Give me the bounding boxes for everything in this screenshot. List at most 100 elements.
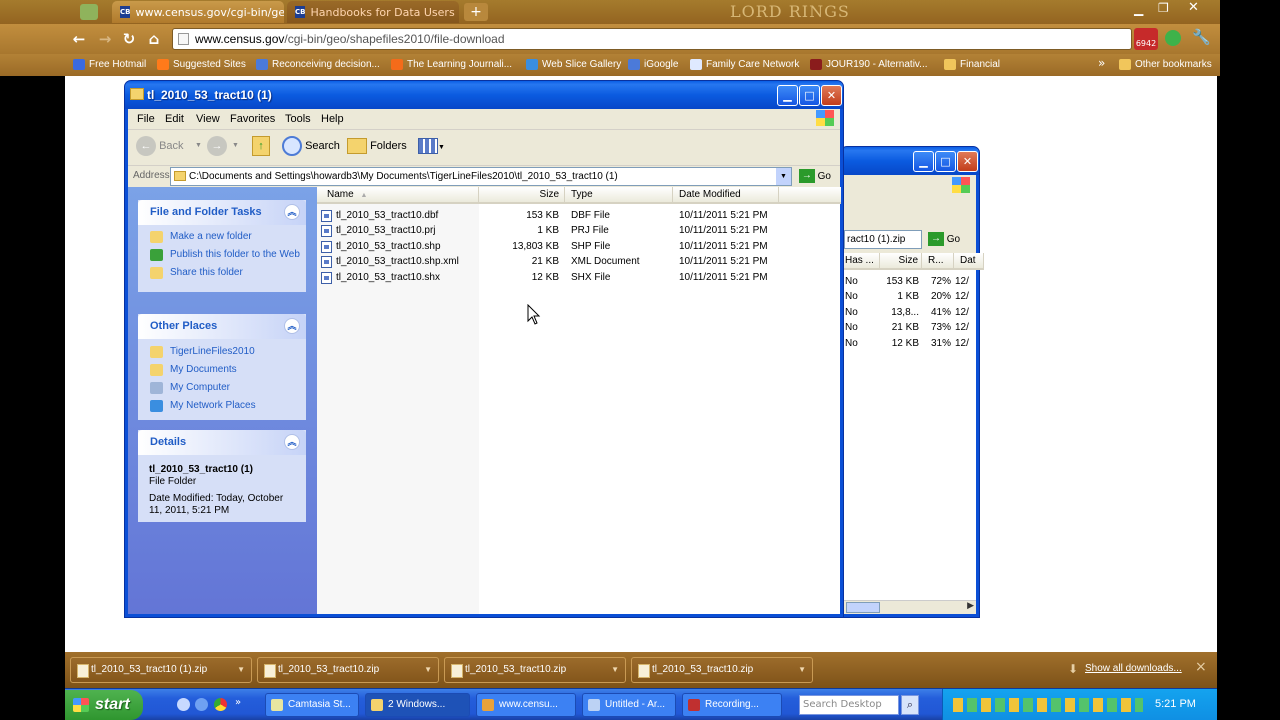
quicklaunch-explorer-icon[interactable] [177, 698, 190, 711]
column-header[interactable]: Dat [954, 253, 984, 270]
bookmark-web-slice-gallery[interactable]: Web Slice Gallery [526, 57, 621, 73]
new-tab-button[interactable]: + [464, 3, 488, 21]
zip-address-box[interactable]: ract10 (1).zip [844, 230, 922, 249]
bookmark-financial[interactable]: Financial [944, 57, 1000, 73]
close-icon[interactable]: ✕ [821, 85, 842, 106]
make-new-folder-link[interactable]: Make a new folder [138, 231, 306, 243]
close-tab-icon[interactable]: ✕ [455, 7, 459, 18]
close-icon[interactable]: ✕ [957, 151, 978, 172]
collapse-icon[interactable]: ︽ [284, 434, 300, 450]
zip-row[interactable]: No 21 KB 73% 12/ [844, 320, 978, 335]
chevron-down-icon[interactable]: ▼ [798, 658, 806, 682]
other-bookmarks[interactable]: Other bookmarks [1119, 57, 1212, 73]
download-item[interactable]: tl_2010_53_tract10 (1).zip ▼ [70, 657, 252, 683]
desktop-search-input[interactable]: Search Desktop [799, 695, 899, 715]
share-folder-link[interactable]: Share this folder [138, 267, 306, 279]
collapse-icon[interactable]: ︽ [284, 318, 300, 334]
bookmark-igoogle[interactable]: iGoogle [628, 57, 678, 73]
column-header-name[interactable]: Name ▲ [317, 187, 479, 204]
menu-help[interactable]: Help [321, 113, 344, 125]
zip-row[interactable]: No 1 KB 20% 12/ [844, 289, 978, 304]
column-header[interactable]: R... [922, 253, 954, 270]
forward-icon[interactable]: → [96, 30, 114, 48]
chevron-down-icon[interactable]: ▼ [424, 658, 432, 682]
home-icon[interactable]: ⌂ [145, 30, 163, 48]
column-header-date-modified[interactable]: Date Modified [673, 187, 779, 204]
file-row[interactable]: tl_2010_53_tract10.shp 13,803 KB SHP File 1… [317, 239, 841, 254]
wrench-icon[interactable]: 🔧 [1192, 28, 1211, 46]
address-input[interactable]: C:\Documents and Settings\howardb3\My Do… [170, 167, 792, 186]
extension-badge[interactable]: 6942 [1134, 28, 1158, 50]
task-camtasia[interactable]: Camtasia St... [265, 693, 359, 717]
search-icon[interactable]: ⌕ [901, 695, 919, 715]
search-button[interactable]: Search [282, 136, 340, 157]
place-tigerlinefiles[interactable]: TigerLineFiles2010 [138, 346, 306, 358]
download-item[interactable]: tl_2010_53_tract10.zip ▼ [257, 657, 439, 683]
show-all-downloads-link[interactable]: Show all downloads... [1085, 663, 1182, 674]
bookmarks-overflow-icon[interactable]: » [1098, 56, 1105, 70]
task-2-windows[interactable]: 2 Windows... [365, 693, 470, 717]
place-my-documents[interactable]: My Documents [138, 364, 306, 376]
window-close-icon[interactable]: ✕ [1188, 0, 1199, 15]
zip-row[interactable]: No 153 KB 72% 12/ [844, 274, 978, 289]
back-button[interactable]: ← Back [136, 136, 184, 157]
bookmark-jour190[interactable]: JOUR190 - Alternativ... [810, 57, 928, 73]
collapse-icon[interactable]: ︽ [284, 204, 300, 220]
menu-file[interactable]: File [137, 113, 155, 125]
window-restore-icon[interactable]: ❐ [1158, 1, 1169, 15]
tab-census[interactable]: CB www.census.gov/cgi-bin/geo/ ✕ [112, 1, 284, 23]
task-arcmap[interactable]: Untitled - Ar... [582, 693, 676, 717]
horizontal-scrollbar[interactable]: ▶ [844, 600, 976, 614]
chevron-down-icon[interactable]: ▼ [611, 658, 619, 682]
menu-favorites[interactable]: Favorites [230, 113, 275, 125]
download-item[interactable]: tl_2010_53_tract10.zip ▼ [444, 657, 626, 683]
folders-button[interactable]: Folders [347, 136, 407, 156]
zip-row[interactable]: No 13,8... 41% 12/ [844, 305, 978, 320]
panel-header[interactable]: Other Places ︽ [138, 314, 306, 339]
forward-dropdown-icon[interactable]: ▼ [232, 142, 239, 149]
close-downloads-icon[interactable]: × [1195, 659, 1207, 675]
column-header-size[interactable]: Size [479, 187, 565, 204]
column-header[interactable]: Size [880, 253, 922, 270]
panel-header[interactable]: File and Folder Tasks ︽ [138, 200, 306, 225]
up-folder-button[interactable]: ↑ [252, 136, 270, 156]
start-button[interactable]: start [65, 690, 143, 720]
go-button[interactable]: → Go [798, 167, 831, 186]
menu-edit[interactable]: Edit [165, 113, 184, 125]
bookmark-learning-journalism[interactable]: The Learning Journali... [391, 57, 512, 73]
bookmark-free-hotmail[interactable]: Free Hotmail [73, 57, 146, 73]
file-row[interactable]: tl_2010_53_tract10.prj 1 KB PRJ File 10/11/… [317, 223, 841, 238]
forward-button[interactable]: → [207, 136, 227, 156]
views-button[interactable]: ▼ [418, 136, 450, 156]
place-my-network-places[interactable]: My Network Places [138, 400, 306, 412]
menu-view[interactable]: View [196, 113, 220, 125]
bookmark-star-icon[interactable]: ☆ [1110, 31, 1123, 49]
reload-icon[interactable]: ↻ [120, 30, 138, 48]
maximize-icon[interactable]: □ [799, 85, 820, 106]
extension-icon[interactable] [1165, 30, 1181, 46]
address-bar[interactable]: www.census.gov/cgi-bin/geo/shapefiles201… [172, 28, 1132, 50]
quicklaunch-chrome-icon[interactable] [214, 698, 227, 711]
scroll-right-icon[interactable]: ▶ [967, 601, 974, 611]
minimize-icon[interactable]: ▁ [777, 85, 798, 106]
publish-folder-link[interactable]: Publish this folder to the Web [138, 249, 306, 261]
scroll-thumb[interactable] [846, 602, 880, 613]
back-icon[interactable]: ← [70, 30, 88, 48]
tab-handbooks[interactable]: CB Handbooks for Data Users ✕ [287, 1, 459, 23]
chevron-down-icon[interactable]: ▼ [237, 658, 245, 682]
address-dropdown-icon[interactable]: ▼ [776, 168, 791, 185]
task-recording[interactable]: Recording... [682, 693, 782, 717]
zip-go-button[interactable]: → Go [928, 230, 960, 249]
zip-row[interactable]: No 12 KB 31% 12/ [844, 336, 978, 351]
download-item[interactable]: tl_2010_53_tract10.zip ▼ [631, 657, 813, 683]
menu-tools[interactable]: Tools [285, 113, 311, 125]
task-chrome[interactable]: www.censu... [476, 693, 576, 717]
minimize-icon[interactable]: ▁ [913, 151, 934, 172]
file-row[interactable]: tl_2010_53_tract10.dbf 153 KB DBF File 10/1… [317, 208, 841, 223]
back-dropdown-icon[interactable]: ▼ [195, 142, 202, 149]
clock[interactable]: 5:21 PM [1155, 698, 1196, 710]
window-menu-icon[interactable] [80, 4, 98, 20]
bookmark-reconceiving[interactable]: Reconceiving decision... [256, 57, 380, 73]
quicklaunch-media-icon[interactable] [195, 698, 208, 711]
bookmark-suggested-sites[interactable]: Suggested Sites [157, 57, 246, 73]
